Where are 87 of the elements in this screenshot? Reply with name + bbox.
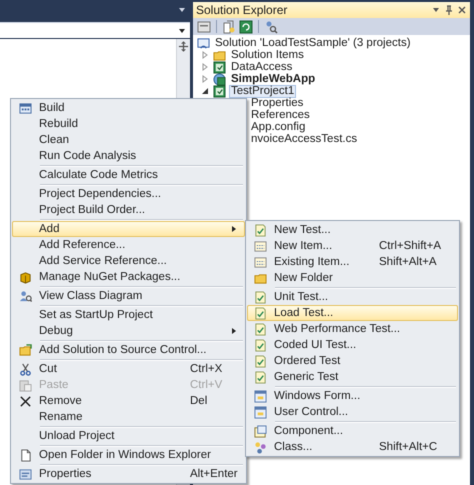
menu-item[interactable]: Rename [12, 409, 245, 425]
menu-item[interactable]: Unit Test... [247, 289, 458, 305]
properties-icon[interactable] [197, 20, 211, 34]
files-icon[interactable] [222, 20, 236, 34]
menu-item[interactable]: View Class Diagram [12, 288, 245, 304]
menu-item[interactable]: Generic Test [247, 369, 458, 385]
tree-item[interactable]: Properties [249, 96, 306, 110]
menu-item[interactable]: Windows Form... [247, 388, 458, 404]
pin-icon[interactable] [444, 5, 454, 15]
menu-item[interactable]: Existing Item... Shift+Alt+A [247, 254, 458, 270]
form-icon [254, 406, 266, 418]
menu-item[interactable]: Run Code Analysis [12, 148, 245, 164]
menu-item[interactable]: Add [12, 221, 245, 237]
collapse-arrow-icon[interactable] [201, 87, 209, 95]
web-project-icon [213, 72, 226, 86]
expand-arrow-icon[interactable] [201, 63, 209, 71]
class-icon [254, 440, 266, 454]
paste-icon [18, 378, 32, 392]
menu-item[interactable]: Ordered Test [247, 353, 458, 369]
tree-item[interactable]: DataAccess [229, 60, 294, 74]
menu-item[interactable]: Add Solution to Source Control... [12, 342, 245, 358]
solution-icon [197, 36, 210, 50]
test-icon [254, 290, 266, 304]
test-icon [254, 306, 266, 320]
tree-item[interactable]: Solution 'LoadTestSample' (3 projects) [213, 36, 413, 50]
tree-item[interactable]: References [249, 108, 312, 122]
project-icon [213, 84, 226, 98]
class-view-icon[interactable] [264, 20, 278, 34]
menu-item[interactable]: Build [12, 100, 245, 116]
menu-item[interactable]: New Test... [247, 222, 458, 238]
menu-item[interactable]: Rebuild [12, 116, 245, 132]
folder-icon [213, 48, 226, 62]
form-icon [254, 390, 266, 402]
item-icon [254, 240, 266, 252]
dropdown-arrow-icon[interactable] [178, 7, 186, 13]
remove-icon [18, 394, 32, 408]
dropdown-field[interactable] [0, 22, 190, 38]
properties-icon [18, 468, 32, 480]
split-handle-icon[interactable] [178, 41, 189, 52]
menu-item[interactable]: Open Folder in Windows Explorer [12, 447, 245, 463]
menu-item[interactable]: Add Reference... [12, 237, 245, 253]
menu-item[interactable]: Class... Shift+Alt+C [247, 439, 458, 455]
folder-icon [254, 272, 266, 284]
menu-item[interactable]: Debug [12, 323, 245, 339]
package-icon [18, 270, 32, 284]
menu-item[interactable]: Project Dependencies... [12, 186, 245, 202]
item-icon [254, 256, 266, 268]
menu-item[interactable]: Set as StartUp Project [12, 307, 245, 323]
menu-item[interactable]: Component... [247, 423, 458, 439]
menu-item[interactable]: Project Build Order... [12, 202, 245, 218]
menu-item[interactable]: Web Performance Test... [247, 321, 458, 337]
expand-arrow-icon[interactable] [201, 75, 209, 83]
menu-item[interactable]: Clean [12, 132, 245, 148]
test-icon [254, 322, 266, 336]
expand-arrow-icon[interactable] [201, 51, 209, 59]
menu-item[interactable]: Load Test... [247, 305, 458, 321]
build-icon [18, 102, 32, 114]
test-icon [254, 338, 266, 352]
menu-item[interactable]: New Folder [247, 270, 458, 286]
diagram-icon [18, 290, 32, 302]
menu-item[interactable]: Properties Alt+Enter [12, 466, 245, 482]
document-icon [18, 448, 32, 462]
test-icon [254, 370, 266, 384]
tree-item[interactable]: nvoiceAccessTest.cs [249, 132, 360, 146]
test-icon [254, 224, 266, 236]
panel-title: Solution Explorer [196, 3, 288, 17]
project-icon [213, 60, 226, 74]
scissors-icon [18, 362, 32, 376]
tree-item[interactable]: TestProject1 [229, 84, 296, 98]
menu-item[interactable]: Manage NuGet Packages... [12, 269, 245, 285]
tree-item[interactable]: App.config [249, 120, 308, 134]
test-icon [254, 354, 266, 368]
menu-item[interactable]: Coded UI Test... [247, 337, 458, 353]
menu-item[interactable]: Cut Ctrl+X [12, 361, 245, 377]
tree-item[interactable]: Solution Items [229, 48, 306, 62]
dropdown-arrow-icon [178, 28, 186, 34]
menu-item[interactable]: User Control... [247, 404, 458, 420]
menu-item[interactable]: Remove Del [12, 393, 245, 409]
tree-item[interactable]: SimpleWebApp [229, 72, 318, 86]
menu-item[interactable]: Add Service Reference... [12, 253, 245, 269]
folder-icon [18, 344, 32, 356]
menu-item[interactable]: New Item... Ctrl+Shift+A [247, 238, 458, 254]
refresh-icon[interactable] [239, 20, 253, 34]
menu-item[interactable]: Unload Project [12, 428, 245, 444]
component-icon [254, 424, 266, 438]
close-icon[interactable] [457, 5, 467, 15]
menu-item[interactable]: Calculate Code Metrics [12, 167, 245, 183]
